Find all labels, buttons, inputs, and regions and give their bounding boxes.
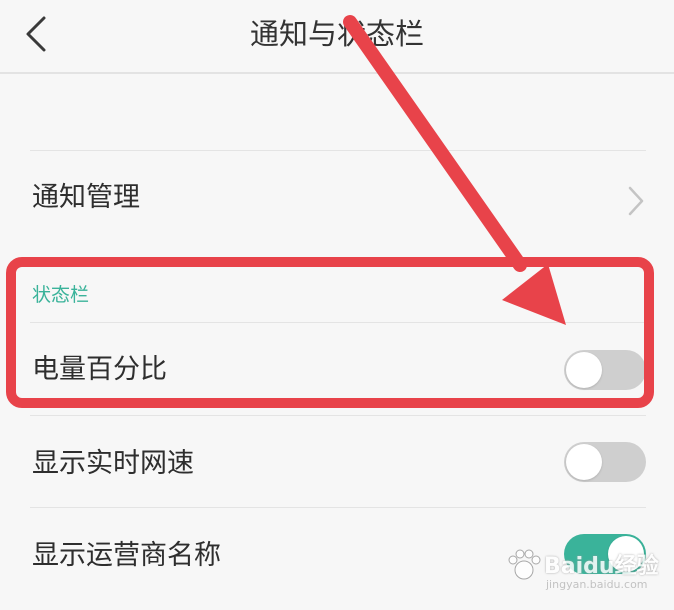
network-speed-row[interactable]: 显示实时网速 [0, 420, 674, 505]
notification-management-row[interactable]: 通知管理 [0, 160, 674, 240]
battery-percentage-row[interactable]: 电量百分比 [0, 330, 674, 410]
battery-percentage-toggle[interactable] [564, 350, 646, 390]
status-bar-section-header: 状态栏 [32, 284, 90, 306]
toggle-knob [566, 352, 602, 388]
toggle-knob [566, 444, 602, 480]
toggle-knob [608, 536, 644, 572]
battery-percentage-label: 电量百分比 [32, 354, 167, 385]
divider [30, 415, 646, 416]
divider [30, 322, 646, 323]
divider [30, 507, 646, 508]
network-speed-toggle[interactable] [564, 442, 646, 482]
notification-management-label: 通知管理 [32, 182, 140, 213]
carrier-name-label: 显示运营商名称 [32, 540, 221, 571]
carrier-name-row[interactable]: 显示运营商名称 [0, 510, 674, 600]
network-speed-label: 显示实时网速 [32, 448, 194, 479]
page-title: 通知与状态栏 [249, 17, 424, 51]
divider [30, 150, 646, 151]
carrier-name-toggle[interactable] [564, 534, 646, 574]
chevron-right-icon [628, 186, 644, 216]
title-bar: 通知与状态栏 [0, 0, 674, 74]
